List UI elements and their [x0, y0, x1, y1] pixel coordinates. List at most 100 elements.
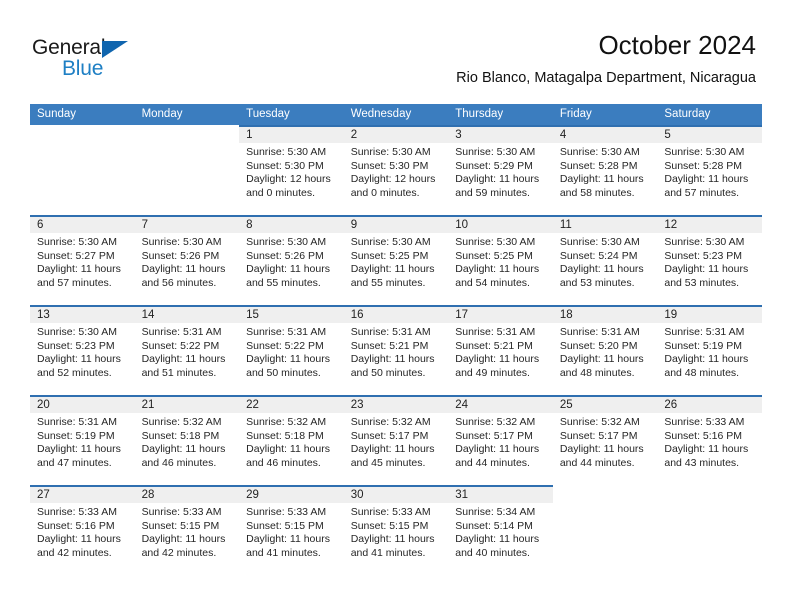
calendar-day-cell[interactable]: 9 Sunrise: 5:30 AM Sunset: 5:25 PM Daylight… [343, 215, 449, 305]
calendar-day-cell[interactable]: 24 Sunrise: 5:32 AM Sunset: 5:17 PM Dayligh… [448, 395, 553, 485]
day-sun-info: Sunrise: 5:31 AM Sunset: 5:22 PM Daylight:… [239, 323, 344, 380]
calendar-day-cell[interactable]: 10 Sunrise: 5:30 AM Sunset: 5:25 PM Dayligh… [448, 215, 553, 305]
daylight-text-line1: Daylight: 12 hours [246, 173, 331, 186]
calendar-day-cell[interactable]: 2 Sunrise: 5:30 AM Sunset: 5:30 PM Daylight… [343, 125, 449, 215]
calendar-day-cell[interactable]: 6 Sunrise: 5:30 AM Sunset: 5:27 PM Daylight… [30, 215, 135, 305]
day-number: 31 [455, 489, 469, 501]
day-sun-info: Sunrise: 5:31 AM Sunset: 5:19 PM Daylight:… [657, 323, 762, 380]
day-number-band: 24 [448, 397, 553, 413]
calendar-day-cell[interactable]: 12 Sunrise: 5:30 AM Sunset: 5:23 PM Dayligh… [657, 215, 762, 305]
sunrise-text: Sunrise: 5:30 AM [246, 236, 327, 248]
day-sun-info: Sunrise: 5:30 AM Sunset: 5:23 PM Daylight:… [30, 323, 135, 380]
day-sun-info: Sunrise: 5:34 AM Sunset: 5:14 PM Daylight:… [448, 503, 553, 560]
sunset-text: Sunset: 5:16 PM [37, 519, 115, 532]
day-number-band: 9 [343, 217, 449, 233]
calendar-day-cell[interactable]: 26 Sunrise: 5:33 AM Sunset: 5:16 PM Dayligh… [657, 395, 762, 485]
calendar-day-cell[interactable]: 13 Sunrise: 5:30 AM Sunset: 5:23 PM Dayligh… [30, 305, 135, 395]
daylight-text-line1: Daylight: 11 hours [455, 263, 540, 276]
day-sun-info: Sunrise: 5:33 AM Sunset: 5:16 PM Daylight:… [30, 503, 135, 560]
day-number-band: 25 [552, 397, 658, 413]
calendar-day-cell[interactable]: 23 Sunrise: 5:32 AM Sunset: 5:17 PM Dayligh… [343, 395, 449, 485]
calendar-day-cell[interactable]: 7 Sunrise: 5:30 AM Sunset: 5:26 PM Daylight… [134, 215, 240, 305]
calendar-day-cell[interactable]: 27 Sunrise: 5:33 AM Sunset: 5:16 PM Dayligh… [30, 485, 135, 575]
daylight-text-line1: Daylight: 11 hours [37, 263, 121, 276]
daylight-text-line2: and 44 minutes. [455, 456, 530, 469]
daylight-text-line2: and 41 minutes. [350, 546, 426, 559]
daylight-text-line1: Daylight: 11 hours [141, 353, 226, 366]
day-number-band: 6 [30, 217, 135, 233]
calendar-week-row: 13 Sunrise: 5:30 AM Sunset: 5:23 PM Dayligh… [30, 305, 762, 395]
sunrise-text: Sunrise: 5:30 AM [246, 146, 327, 158]
calendar-day-cell[interactable]: 30 Sunrise: 5:33 AM Sunset: 5:15 PM Dayligh… [343, 485, 449, 575]
day-number: 13 [37, 309, 50, 321]
calendar-day-cell[interactable]: 22 Sunrise: 5:32 AM Sunset: 5:18 PM Dayligh… [239, 395, 344, 485]
daylight-text-line2: and 56 minutes. [141, 276, 217, 289]
day-number: 4 [559, 129, 567, 141]
calendar-day-cell[interactable]: 3 Sunrise: 5:30 AM Sunset: 5:29 PM Daylight… [448, 125, 553, 215]
day-number-band: 26 [657, 397, 762, 413]
sunrise-text: Sunrise: 5:30 AM [559, 146, 640, 158]
sunset-text: Sunset: 5:20 PM [559, 339, 638, 352]
calendar-day-cell[interactable]: 29 Sunrise: 5:33 AM Sunset: 5:15 PM Dayligh… [239, 485, 344, 575]
sunrise-text: Sunrise: 5:32 AM [141, 416, 222, 428]
daylight-text-line1: Daylight: 11 hours [246, 533, 330, 546]
calendar-page: General Blue October 2024 Rio Blanco, Ma… [0, 0, 792, 612]
daylight-text-line1: Daylight: 11 hours [141, 533, 226, 546]
calendar-day-cell[interactable]: 17 Sunrise: 5:31 AM Sunset: 5:21 PM Dayligh… [448, 305, 553, 395]
day-sun-info: Sunrise: 5:30 AM Sunset: 5:30 PM Daylight:… [344, 143, 449, 200]
calendar-day-cell[interactable]: 14 Sunrise: 5:31 AM Sunset: 5:22 PM Dayligh… [134, 305, 240, 395]
day-number: 15 [246, 309, 259, 321]
title-block: October 2024 Rio Blanco, Matagalpa Depar… [456, 30, 756, 87]
calendar-day-cell[interactable]: 31 Sunrise: 5:34 AM Sunset: 5:14 PM Dayligh… [448, 485, 553, 575]
sunrise-text: Sunrise: 5:33 AM [37, 506, 117, 518]
sunset-text: Sunset: 5:18 PM [246, 429, 324, 442]
calendar-day-cell[interactable]: 18 Sunrise: 5:31 AM Sunset: 5:20 PM Dayligh… [552, 305, 658, 395]
calendar-day-cell[interactable]: 1 Sunrise: 5:30 AM Sunset: 5:30 PM Daylight… [239, 125, 344, 215]
calendar-day-cell[interactable]: 28 Sunrise: 5:33 AM Sunset: 5:15 PM Dayligh… [134, 485, 240, 575]
calendar-day-cell[interactable]: 11 Sunrise: 5:30 AM Sunset: 5:24 PM Dayligh… [552, 215, 658, 305]
day-number: 3 [455, 129, 462, 141]
day-sun-info: Sunrise: 5:32 AM Sunset: 5:17 PM Daylight:… [448, 413, 553, 470]
calendar-day-cell[interactable]: 16 Sunrise: 5:31 AM Sunset: 5:21 PM Dayligh… [343, 305, 449, 395]
calendar-day-cell[interactable]: 19 Sunrise: 5:31 AM Sunset: 5:19 PM Dayligh… [657, 305, 762, 395]
sunrise-text: Sunrise: 5:32 AM [455, 416, 536, 428]
calendar-day-cell-empty [552, 485, 658, 575]
calendar-day-cell[interactable]: 5 Sunrise: 5:30 AM Sunset: 5:28 PM Daylight… [657, 125, 762, 215]
day-number: 20 [37, 399, 50, 411]
calendar-day-cell[interactable]: 15 Sunrise: 5:31 AM Sunset: 5:22 PM Dayligh… [239, 305, 344, 395]
sunrise-text: Sunrise: 5:31 AM [246, 326, 327, 338]
sunrise-text: Sunrise: 5:31 AM [141, 326, 222, 338]
sunrise-text: Sunrise: 5:31 AM [559, 326, 640, 338]
daylight-text-line2: and 53 minutes. [559, 276, 635, 289]
sunset-text: Sunset: 5:14 PM [455, 519, 533, 532]
daylight-text-line1: Daylight: 11 hours [37, 533, 121, 546]
daylight-text-line1: Daylight: 11 hours [559, 173, 644, 186]
day-number: 27 [37, 489, 50, 501]
sunset-text: Sunset: 5:21 PM [455, 339, 533, 352]
calendar-day-cell[interactable]: 4 Sunrise: 5:30 AM Sunset: 5:28 PM Daylight… [552, 125, 658, 215]
daylight-text-line1: Daylight: 11 hours [664, 353, 749, 366]
calendar-day-cell[interactable]: 20 Sunrise: 5:31 AM Sunset: 5:19 PM Dayligh… [30, 395, 135, 485]
day-number: 29 [246, 489, 259, 501]
calendar-day-cell[interactable]: 21 Sunrise: 5:32 AM Sunset: 5:18 PM Dayligh… [134, 395, 240, 485]
sunset-text: Sunset: 5:19 PM [37, 429, 115, 442]
daylight-text-line2: and 0 minutes. [246, 186, 316, 199]
sunrise-text: Sunrise: 5:33 AM [141, 506, 222, 518]
day-number-band: 10 [448, 217, 553, 233]
general-blue-logo: General Blue [32, 36, 152, 82]
weekday-header-row: Sunday Monday Tuesday Wednesday Thursday… [30, 104, 762, 125]
sunrise-text: Sunrise: 5:31 AM [455, 326, 536, 338]
calendar-day-cell[interactable]: 8 Sunrise: 5:30 AM Sunset: 5:26 PM Daylight… [239, 215, 344, 305]
sunset-text: Sunset: 5:30 PM [350, 159, 429, 172]
sunset-text: Sunset: 5:17 PM [559, 429, 638, 442]
sunset-text: Sunset: 5:15 PM [350, 519, 429, 532]
calendar-day-cell[interactable]: 25 Sunrise: 5:32 AM Sunset: 5:17 PM Dayligh… [552, 395, 658, 485]
sunrise-text: Sunrise: 5:30 AM [37, 236, 117, 248]
day-number: 11 [559, 219, 572, 231]
sunrise-text: Sunrise: 5:31 AM [664, 326, 745, 338]
daylight-text-line2: and 53 minutes. [664, 276, 740, 289]
daylight-text-line1: Daylight: 11 hours [559, 353, 644, 366]
sunset-text: Sunset: 5:23 PM [37, 339, 115, 352]
daylight-text-line1: Daylight: 11 hours [455, 173, 540, 186]
weekday-header-wednesday: Wednesday [350, 108, 412, 120]
